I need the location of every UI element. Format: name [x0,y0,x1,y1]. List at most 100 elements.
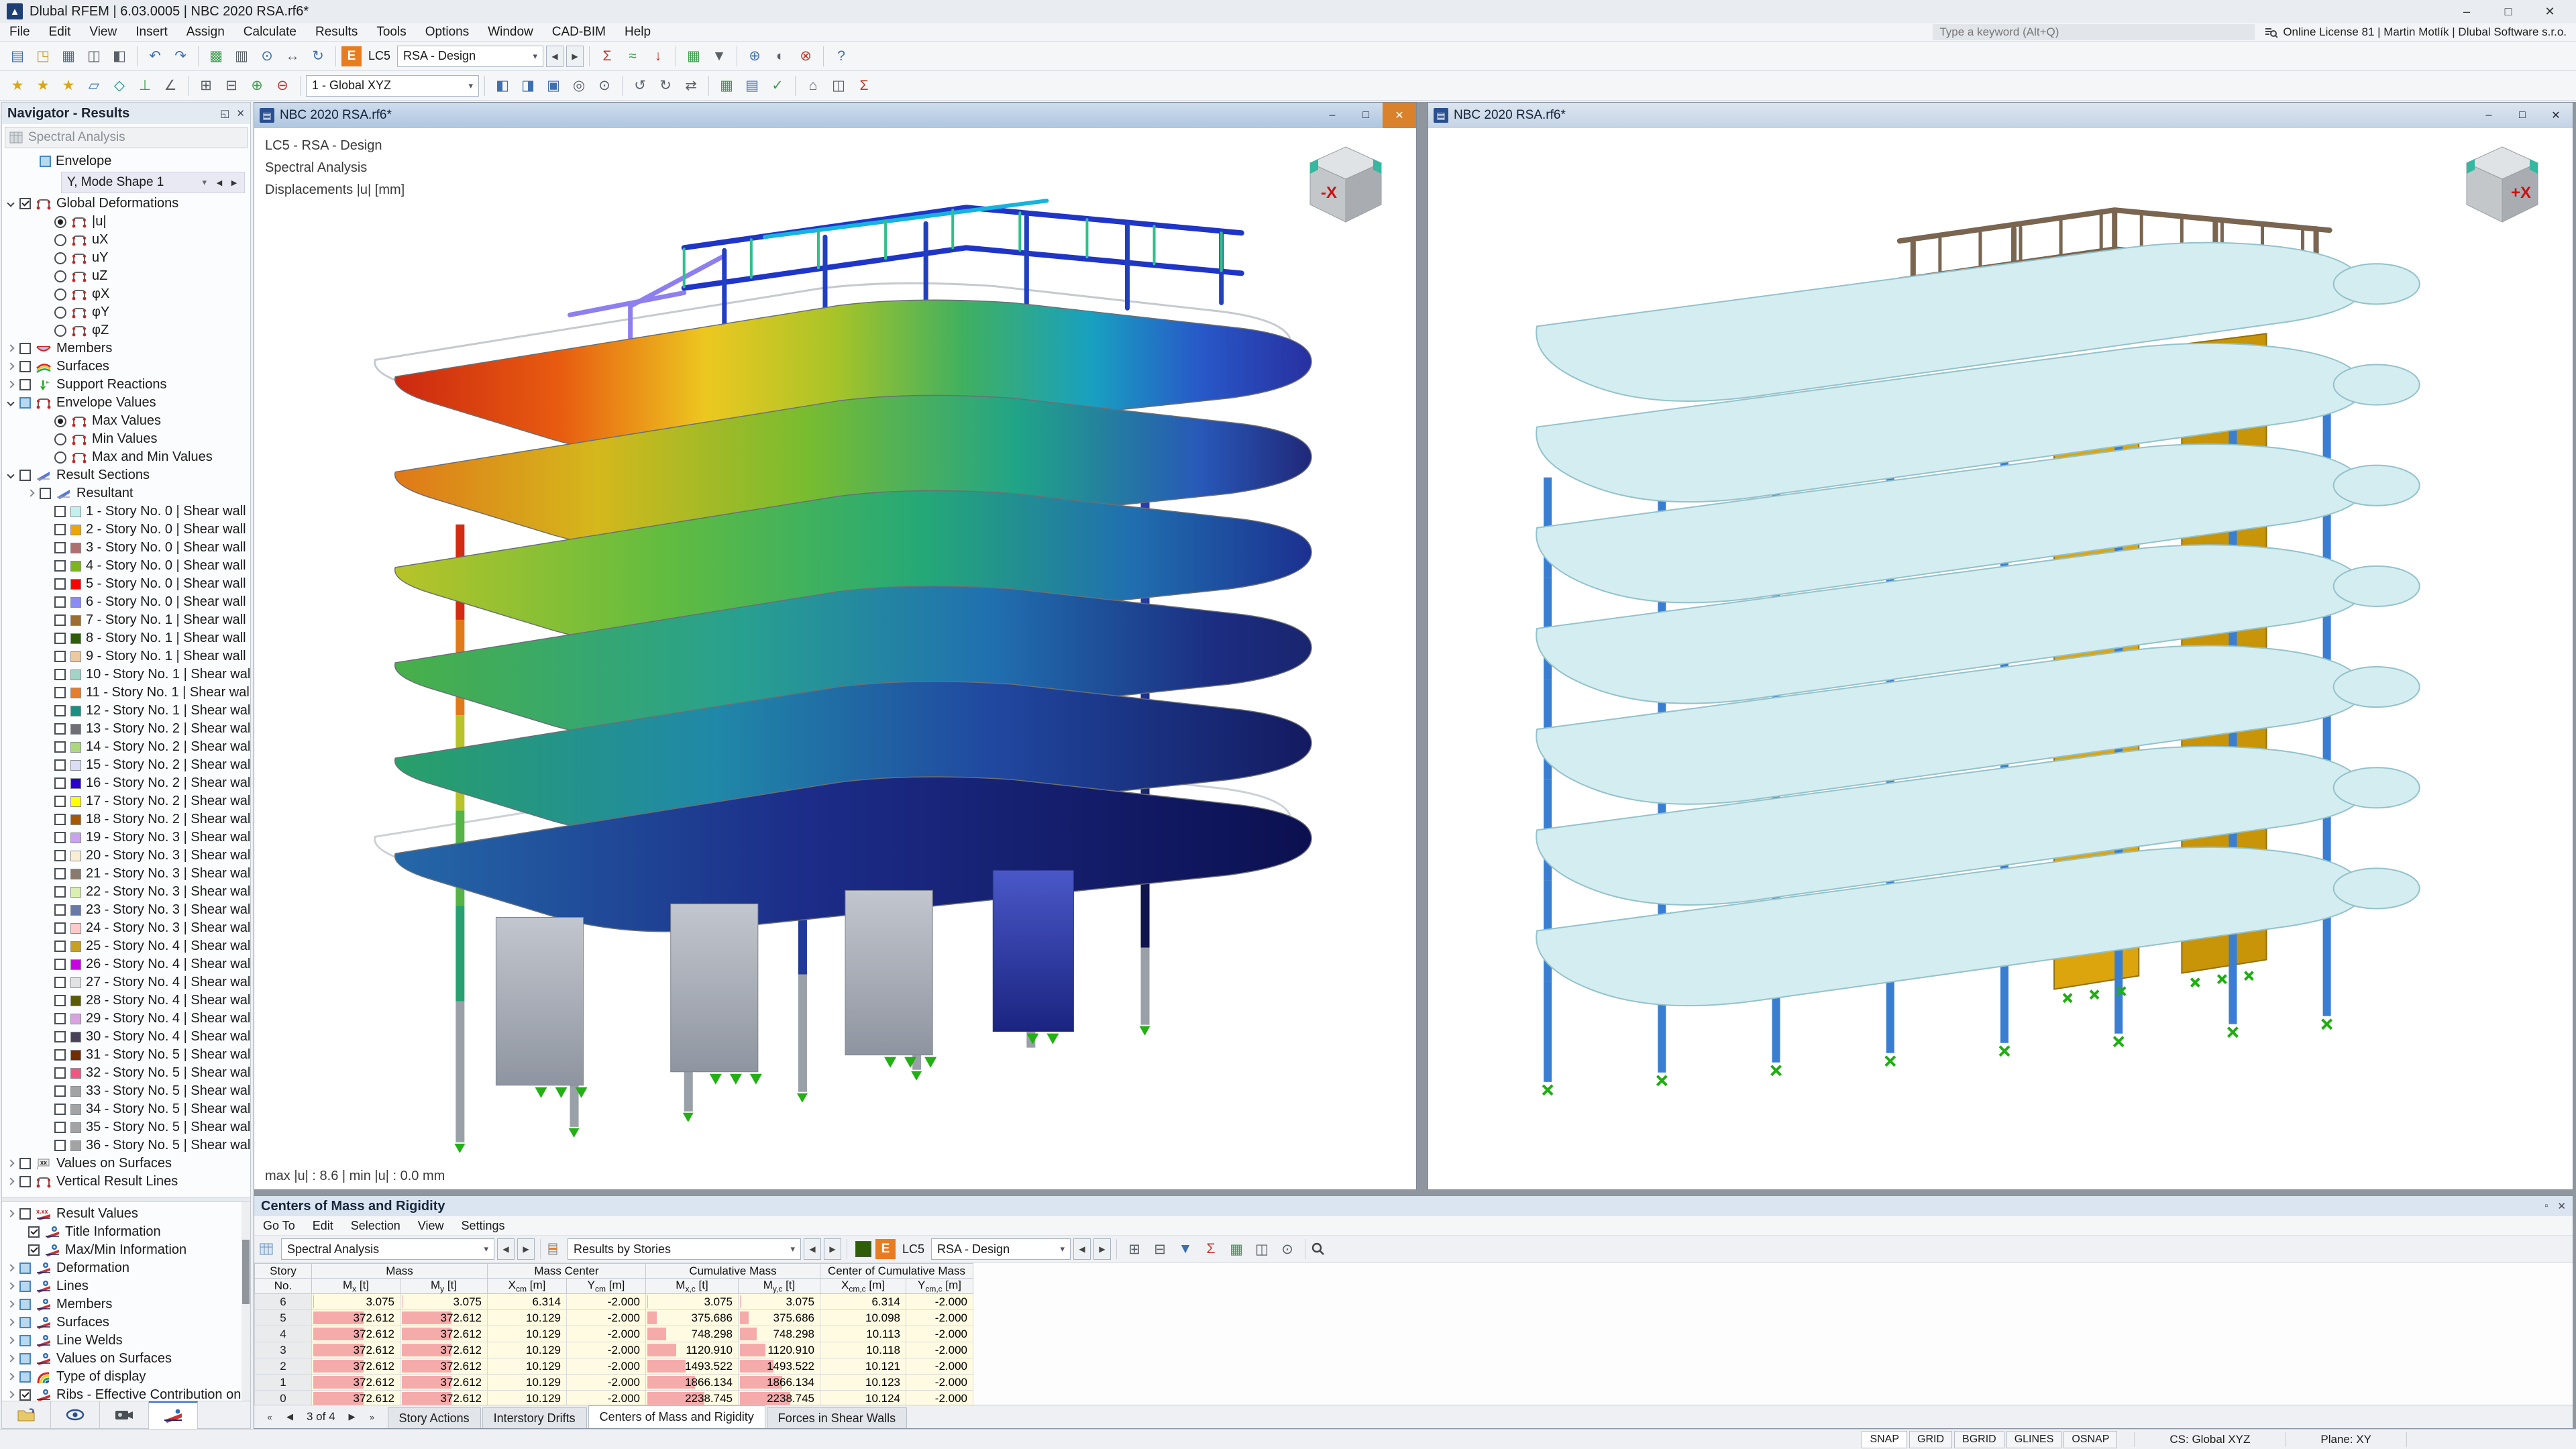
checkbox[interactable] [28,1226,40,1238]
centers-of-mass-table[interactable]: Story Mass Mass Center Cumulative Mass Cente… [254,1263,973,1405]
next-icon[interactable]: ▶ [517,1238,535,1260]
checkbox[interactable] [54,506,66,517]
table-column-header[interactable]: Mx [t] [311,1277,400,1295]
expander-icon[interactable] [6,199,15,208]
menu-item-edit[interactable]: Edit [40,23,80,41]
viewport-left-titlebar[interactable]: ▤ NBC 2020 RSA.rf6* – □ ✕ [254,103,1416,128]
checkbox[interactable] [19,1317,31,1328]
value-cell[interactable]: 372.612 [311,1309,400,1327]
prev-icon[interactable]: ◀ [546,45,564,67]
toggle-snap[interactable]: SNAP [1862,1430,1908,1448]
value-cell[interactable]: 10.129 [487,1309,567,1327]
value-cell[interactable]: 748.298 [738,1326,820,1343]
tree-item-shear-wall-34[interactable]: 34 - Story No. 5 | Shear wall No. 41 [2,1100,250,1118]
checkbox[interactable] [19,1353,31,1364]
new-line-icon[interactable]: ★ [31,74,55,98]
menu-item-tools[interactable]: Tools [367,23,415,41]
value-cell[interactable]: 3.075 [645,1293,739,1311]
value-cell[interactable]: 375.686 [645,1309,739,1327]
tree-item-max-values[interactable]: Max Values [2,412,250,430]
tree-item-resultant[interactable]: Resultant [2,484,250,502]
checkbox[interactable] [54,669,66,680]
table-menu-goto[interactable]: Go To [254,1219,304,1233]
filter-icon[interactable]: ▼ [1173,1237,1197,1261]
tree-item-shear-wall-4[interactable]: 4 - Story No. 0 | Shear wall No. 5 [2,557,250,575]
viewport-close-icon[interactable]: ✕ [2539,103,2573,128]
value-cell[interactable]: 10.129 [487,1390,567,1405]
tree-item-values-on-surfaces-display[interactable]: Values on Surfaces [2,1350,241,1368]
viewport-restore-icon[interactable]: □ [1349,103,1383,128]
tree-item-shear-wall-25[interactable]: 25 - Story No. 4 | Shear wall No. 31 [2,937,250,955]
home-view-icon[interactable]: ⌂ [801,74,825,98]
table-tab-story-actions[interactable]: Story Actions [387,1407,481,1428]
radio-button[interactable] [54,306,66,319]
tree-item-envelope-values[interactable]: Envelope Values [2,394,250,412]
tree-item-shear-wall-27[interactable]: 27 - Story No. 4 | Shear wall No. 33 [2,973,250,991]
rotate-right-icon[interactable]: ↻ [653,74,678,98]
restore-icon[interactable]: □ [2489,2,2528,21]
tree-item-shear-wall-1[interactable]: 1 - Story No. 0 | Shear wall No. 1 [2,502,250,521]
tree-scrollbar[interactable] [241,1202,250,1401]
value-cell[interactable]: 10.129 [487,1358,567,1375]
value-cell[interactable]: -2.000 [566,1390,646,1405]
work-plane-xz-icon[interactable]: ▣ [541,74,566,98]
menu-item-help[interactable]: Help [615,23,660,41]
tree-item-shear-wall-19[interactable]: 19 - Story No. 3 | Shear wall No. 24 [2,828,250,847]
checkbox[interactable] [19,1281,31,1292]
coordinate-system-combo[interactable]: 1 - Global XYZ ▾ [306,74,479,97]
tree-item-surfaces[interactable]: Surfaces [2,358,250,376]
grid-settings-icon[interactable]: ⊙ [592,74,616,98]
expander-icon[interactable] [6,1318,15,1327]
checkbox[interactable] [54,814,66,825]
checkbox[interactable] [54,922,66,934]
print-table-icon[interactable]: ◫ [1250,1237,1274,1261]
check-model-icon[interactable]: ✓ [765,74,790,98]
wireframe-view-icon[interactable]: ▥ [229,44,254,68]
checkbox[interactable] [54,614,66,626]
tree-item-result-values[interactable]: x.xx Result Values [2,1205,241,1223]
checkbox[interactable] [19,1335,31,1346]
undo-icon[interactable]: ↶ [143,44,167,68]
viewport-minimize-icon[interactable]: – [1316,103,1349,128]
navigation-cube[interactable]: -X [1295,140,1396,227]
checkbox[interactable] [54,850,66,861]
data-navigator-tab[interactable] [2,1401,51,1428]
copy-icon[interactable]: ◧ [107,44,131,68]
value-cell[interactable]: -2.000 [906,1293,973,1311]
tree-item-shear-wall-15[interactable]: 15 - Story No. 2 | Shear wall No. 19 [2,756,250,774]
tree-item-max-min-values[interactable]: Max and Min Values [2,448,250,466]
value-cell[interactable]: 372.612 [400,1309,488,1327]
value-cell[interactable]: 10.113 [820,1326,906,1343]
radio-button[interactable] [54,233,66,246]
checkbox[interactable] [28,1244,40,1256]
tree-item-support-reactions[interactable]: Support Reactions [2,376,250,394]
export-table-icon[interactable]: ▦ [1224,1237,1248,1261]
checkbox[interactable] [19,397,31,409]
tree-item-min-values[interactable]: Min Values [2,430,250,448]
new-member-icon[interactable]: ★ [56,74,80,98]
menu-item-results[interactable]: Results [306,23,367,41]
tree-item-u-abs[interactable]: |u| [2,213,250,231]
tree-item-surfaces-display[interactable]: Surfaces [2,1313,241,1332]
value-cell[interactable]: 10.129 [487,1374,567,1391]
expander-icon[interactable] [6,1177,15,1186]
value-cell[interactable]: 3.075 [400,1293,488,1311]
tree-item-shear-wall-14[interactable]: 14 - Story No. 2 | Shear wall No. 18 [2,738,250,756]
table-menu-edit[interactable]: Edit [304,1219,342,1233]
prev-mode-icon[interactable]: ◀ [212,174,227,191]
tree-item-shear-wall-11[interactable]: 11 - Story No. 1 | Shear wall No. 14 [2,684,250,702]
checkbox[interactable] [54,1122,66,1133]
menu-item-file[interactable]: File [0,23,40,41]
expand-all-icon[interactable]: ⊞ [1122,1237,1146,1261]
tree-item-values-on-surfaces[interactable]: xx Values on Surfaces [2,1155,250,1173]
value-cell[interactable]: 372.612 [400,1342,488,1359]
value-cell[interactable]: 372.612 [400,1374,488,1391]
new-solid-icon[interactable]: ◇ [107,74,131,98]
help-icon[interactable]: ? [829,44,853,68]
checkbox[interactable] [54,1104,66,1115]
checkbox[interactable] [19,343,31,354]
render-view-icon[interactable]: ▩ [204,44,228,68]
checkbox[interactable] [54,1085,66,1097]
value-cell[interactable]: 372.612 [311,1358,400,1375]
new-model-icon[interactable]: ▤ [5,44,30,68]
